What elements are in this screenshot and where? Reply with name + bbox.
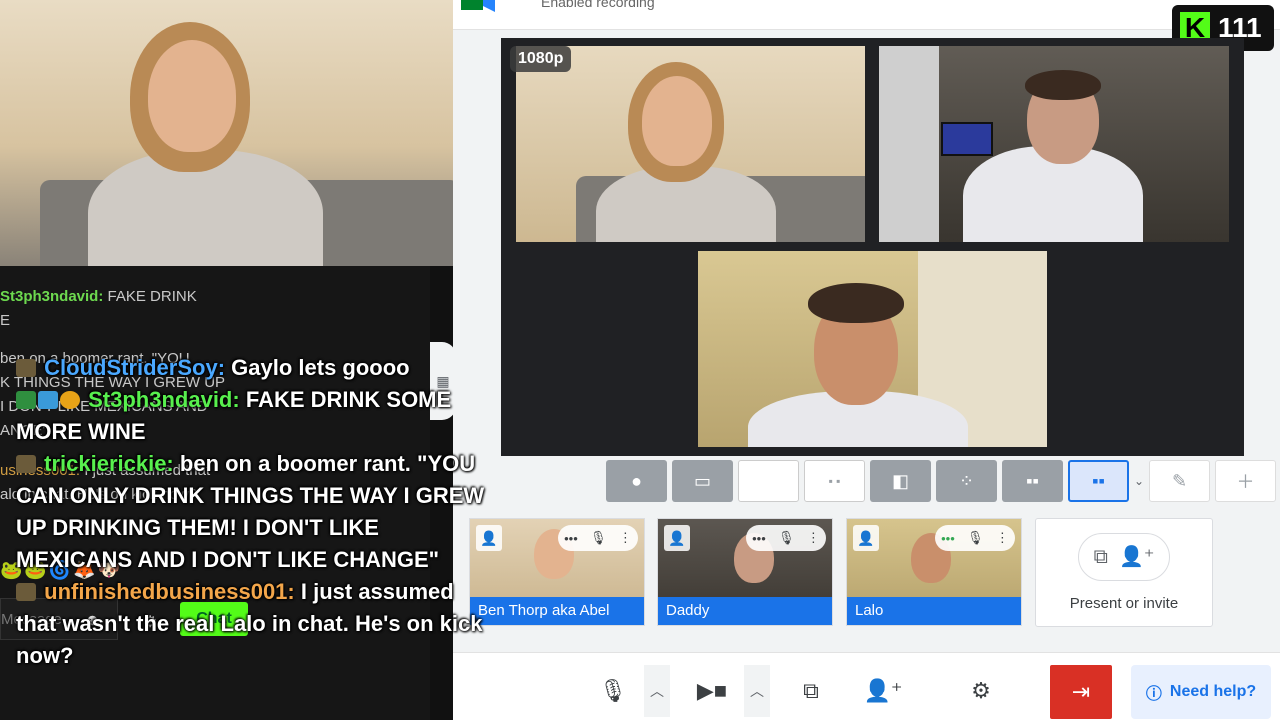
add-layout-plus-icon[interactable]: ＋ [1215,460,1276,502]
audio-level-icon: ••• [752,530,766,546]
badge-og-icon [38,391,58,409]
chat-message: St3ph3ndavid: FAKE DRINK SOME MORE WINE [16,387,452,444]
layout-grid-icon[interactable]: ⁘ [936,460,997,502]
microphone-icon: 🎙 [967,530,984,545]
layout-picker: ● ▭ ▪ ▪ ◧ ⁘ ▪▪ ▪▪ ⌄ ✎ ＋ [606,460,1276,502]
camera-button[interactable]: ▶■ [681,665,743,717]
pin-person-icon[interactable]: 👤 [853,525,879,551]
chat-username[interactable]: unfinishedbusiness001: [44,579,295,604]
chat-message: CloudStriderSoy: Gaylo lets goooo [16,352,496,384]
participant-thumb[interactable]: 👤 ••• 🎙 ⋮ Daddy [657,518,833,626]
need-help-button[interactable]: ⓘ Need help? [1131,665,1271,719]
participant-name: Lalo [847,597,1021,625]
chat-username[interactable]: trickierickie: [44,451,174,476]
audio-level-icon: ••• [564,530,578,546]
badge-coin-icon [60,391,80,409]
layout-pair-selected-icon[interactable]: ▪▪ [1068,460,1129,502]
video-tile-daddy[interactable] [879,46,1229,242]
camera-options-chevron-icon[interactable]: ︿ [744,665,770,717]
participant-controls[interactable]: ••• 🎙 ⋮ [935,525,1015,551]
more-options-icon: ⋮ [618,530,632,545]
add-person-button[interactable]: 👤⁺ [852,665,914,717]
present-invite-icons[interactable]: ⧉ 👤⁺ [1078,533,1170,581]
edit-layout-pencil-icon[interactable]: ✎ [1149,460,1210,502]
chat-username[interactable]: St3ph3ndavid: [0,288,103,305]
leave-button[interactable]: ⇥ [1050,665,1112,719]
chat-overlay: CloudStriderSoy: Gaylo lets goooo St3ph3… [16,352,496,672]
badge-sword-icon [16,455,36,473]
leave-exit-icon: ⇥ [1071,679,1091,704]
add-person-icon: 👤⁺ [863,678,903,703]
resolution-badge: 1080p [510,46,572,72]
chat-username[interactable]: St3ph3ndavid: [88,387,240,412]
recording-status: Enabled recording [541,0,655,10]
settings-gear-icon: ⚙ [971,678,991,703]
participant-name: Daddy [658,597,832,625]
participant-controls[interactable]: ••• 🎙 ⋮ [558,525,638,551]
pin-person-icon[interactable]: 👤 [664,525,690,551]
layout-side-by-side-icon[interactable]: ◧ [870,460,931,502]
badge-sword-icon [16,391,36,409]
streamer-webcam [0,0,453,266]
video-camera-icon: ▶■ [696,678,728,703]
layout-pair-icon[interactable]: ▪▪ [1002,460,1063,502]
participant-thumb[interactable]: 👤 ••• 🎙 ⋮ Lalo [846,518,1022,626]
layout-two-small-icon[interactable]: ▪ ▪ [804,460,865,502]
badge-sword-icon [16,583,36,601]
present-or-invite-card[interactable]: ⧉ 👤⁺ Present or invite [1035,518,1213,627]
settings-button[interactable]: ⚙ [950,665,1012,717]
chat-username[interactable]: CloudStriderSoy: [44,355,225,380]
more-options-icon: ⋮ [995,530,1009,545]
chat-message: trickierickie: ben on a boomer rant. "YO… [16,451,485,572]
layout-more-chevron-icon[interactable]: ⌄ [1134,474,1144,488]
layout-spotlight-icon[interactable]: ▭ [672,460,733,502]
layout-single-person-icon[interactable]: ● [606,460,667,502]
audio-level-icon: ••• [941,530,955,546]
tv-icon [941,122,993,156]
present-screen-icon: ⧉ [803,678,819,703]
badge-sword-icon [16,359,36,377]
help-question-icon: ⓘ [1145,686,1162,703]
present-screen-button[interactable]: ⧉ [780,665,842,717]
present-or-invite-label: Present or invite [1069,595,1179,612]
video-tile-lalo[interactable] [698,251,1047,447]
chat-message: unfinishedbusiness001: I just assumed th… [16,579,483,668]
more-options-icon: ⋮ [806,530,820,545]
microphone-icon: 🎙 [599,678,627,703]
microphone-icon: 🎙 [778,530,795,545]
participant-name: Ben Thorp aka Abel [470,597,644,625]
layout-blank-icon[interactable] [738,460,799,502]
meet-logo-icon [461,0,495,12]
microphone-icon: 🎙 [590,530,607,545]
video-tile-ben[interactable] [516,46,865,242]
meet-top-bar: Enabled recording [453,0,1280,30]
participant-controls[interactable]: ••• 🎙 ⋮ [746,525,826,551]
microphone-button[interactable]: 🎙 [582,665,644,717]
mic-options-chevron-icon[interactable]: ︿ [644,665,670,717]
